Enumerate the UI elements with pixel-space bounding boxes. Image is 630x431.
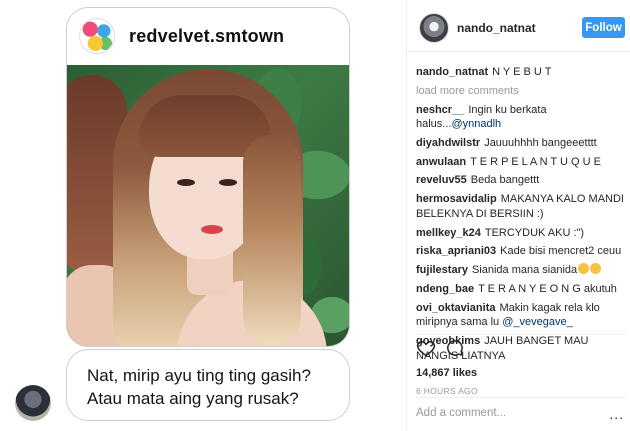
comment-text: TERCYDUK AKU :"): [484, 226, 585, 239]
account-avatar: [79, 18, 115, 54]
add-comment-field[interactable]: Add a comment... ...: [416, 397, 626, 428]
comment-row: ovi_oktavianita Makin kagak rela klo miri…: [416, 301, 626, 330]
follow-button[interactable]: Follow: [582, 17, 625, 38]
user-avatar[interactable]: [419, 13, 449, 43]
caption-line-2: Atau mata aing yang rusak?: [87, 389, 299, 408]
comment-username[interactable]: hermosavidalip: [416, 193, 497, 205]
likes-count[interactable]: 14,867 likes: [416, 367, 626, 379]
photo-eye-right: [219, 179, 237, 186]
comment-row: riska_apriani03 Kade bisi mencret2 ceuu: [416, 244, 626, 259]
caption-line-1: Nat, mirip ayu ting ting gasih?: [87, 366, 311, 385]
comments-sidebar: nando_natnat Follow nando_natnat N Y E B …: [407, 0, 630, 431]
embedded-post-card: redvelvet.smtown: [66, 7, 350, 347]
comment-username[interactable]: diyahdwilstr: [416, 137, 480, 149]
poster-avatar[interactable]: [15, 385, 51, 421]
add-comment-placeholder: Add a comment...: [416, 407, 507, 419]
comment-username[interactable]: riska_apriani03: [416, 245, 496, 257]
comment-text: Beda bangettt: [470, 174, 540, 187]
comment-row: fujilestary Sianida mana sianida: [416, 263, 626, 278]
comment-row: neshcr__ Ingin ku berkata halus...@ynnadl…: [416, 103, 626, 132]
instagram-post-view: redvelvet.smtown Nat, mirip ayu ting tin…: [0, 0, 630, 431]
comment-text: N Y E B U T: [492, 66, 552, 78]
comment-row: mellkey_k24 TERCYDUK AKU :"): [416, 226, 626, 241]
comment-row: hermosavidalip MAKANYA KALO MANDI BELEKNY…: [416, 192, 626, 221]
comments-list: nando_natnat N Y E B U T load more commen…: [416, 65, 626, 367]
comment-text: T E R P E L A N T U Q U E: [470, 155, 601, 168]
photo-hair-front: [243, 135, 301, 345]
comment-text: T E R A N Y E O N G akutuh: [478, 282, 617, 295]
more-options-icon[interactable]: ...: [609, 406, 624, 422]
comment-row: ndeng_bae T E R A N Y E O N G akutuh: [416, 282, 626, 297]
post-timestamp: 6 HOURS AGO: [416, 386, 478, 396]
grinning-emoji-icon: [590, 263, 602, 275]
comment-username[interactable]: ndeng_bae: [416, 283, 474, 295]
comment-row: anwulaan T E R P E L A N T U Q U E: [416, 155, 626, 170]
post-media-panel: redvelvet.smtown Nat, mirip ayu ting tin…: [0, 0, 407, 431]
post-photo: [67, 65, 349, 346]
load-more-comments-link[interactable]: load more comments: [416, 84, 626, 99]
comment-username[interactable]: neshcr__: [416, 104, 464, 116]
post-actions: 14,867 likes 6 HOURS AGO: [416, 334, 626, 396]
comment-text: Sianida mana sianida: [471, 264, 578, 277]
caption-comment: nando_natnat N Y E B U T: [416, 65, 626, 80]
action-icons: [416, 338, 626, 362]
embedded-post-header: redvelvet.smtown: [67, 8, 349, 64]
comment-username[interactable]: mellkey_k24: [416, 227, 481, 239]
grinning-emoji-icon: [578, 263, 590, 275]
comment-mention[interactable]: @ynnadlh: [451, 118, 501, 130]
comment-username[interactable]: fujilestary: [416, 264, 468, 276]
comment-icon[interactable]: [445, 338, 465, 363]
sidebar-header: nando_natnat Follow: [407, 0, 630, 52]
heart-icon[interactable]: [416, 338, 436, 363]
comment-username[interactable]: nando_natnat: [416, 66, 488, 78]
comment-row: reveluv55 Beda bangettt: [416, 173, 626, 188]
comment-username[interactable]: anwulaan: [416, 156, 466, 168]
embedded-account-name: redvelvet.smtown: [129, 25, 285, 46]
header-username[interactable]: nando_natnat: [457, 21, 536, 35]
comment-row: diyahdwilstr Jauuuhhhh bangeeetttt: [416, 136, 626, 151]
comment-mention[interactable]: @_vevegave_: [502, 316, 573, 328]
comment-username[interactable]: ovi_oktavianita: [416, 302, 495, 314]
comment-text: Kade bisi mencret2 ceuu: [500, 245, 622, 258]
caption-bubble: Nat, mirip ayu ting ting gasih? Atau mat…: [66, 349, 350, 421]
photo-lips: [201, 225, 223, 234]
comment-text: Jauuuhhhh bangeeetttt: [484, 136, 597, 149]
photo-eye-left: [177, 179, 195, 186]
comment-username[interactable]: reveluv55: [416, 174, 467, 186]
